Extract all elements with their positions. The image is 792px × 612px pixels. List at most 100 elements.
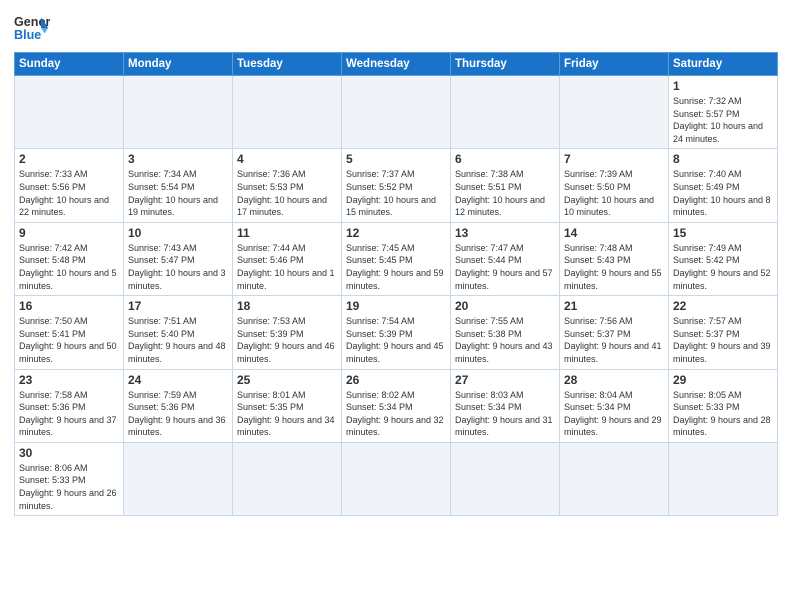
day-number: 7 bbox=[564, 152, 664, 166]
day-info: Sunrise: 7:33 AM Sunset: 5:56 PM Dayligh… bbox=[19, 168, 119, 218]
day-number: 18 bbox=[237, 299, 337, 313]
day-info: Sunrise: 7:44 AM Sunset: 5:46 PM Dayligh… bbox=[237, 242, 337, 292]
day-number: 12 bbox=[346, 226, 446, 240]
day-number: 29 bbox=[673, 373, 773, 387]
day-cell: 12 Sunrise: 7:45 AM Sunset: 5:45 PM Dayli… bbox=[342, 222, 451, 295]
day-cell: 13 Sunrise: 7:47 AM Sunset: 5:44 PM Dayli… bbox=[451, 222, 560, 295]
day-info: Sunrise: 7:51 AM Sunset: 5:40 PM Dayligh… bbox=[128, 315, 228, 365]
day-cell: 9Sunrise: 7:42 AM Sunset: 5:48 PM Daylig… bbox=[15, 222, 124, 295]
day-number: 4 bbox=[237, 152, 337, 166]
weekday-header-tuesday: Tuesday bbox=[233, 53, 342, 76]
day-number: 6 bbox=[455, 152, 555, 166]
day-number: 22 bbox=[673, 299, 773, 313]
day-number: 5 bbox=[346, 152, 446, 166]
logo: General Blue bbox=[14, 10, 54, 46]
calendar: SundayMondayTuesdayWednesdayThursdayFrid… bbox=[14, 52, 778, 516]
week-row-0: 1 Sunrise: 7:32 AM Sunset: 5:57 PM Daylig… bbox=[15, 76, 778, 149]
day-info: Sunrise: 7:49 AM Sunset: 5:42 PM Dayligh… bbox=[673, 242, 773, 292]
day-cell: 20 Sunrise: 7:55 AM Sunset: 5:38 PM Dayli… bbox=[451, 296, 560, 369]
day-cell: 15 Sunrise: 7:49 AM Sunset: 5:42 PM Dayli… bbox=[669, 222, 778, 295]
logo-icon: General Blue bbox=[14, 10, 50, 46]
day-cell: 26Sunrise: 8:02 AM Sunset: 5:34 PM Dayli… bbox=[342, 369, 451, 442]
day-number: 11 bbox=[237, 226, 337, 240]
day-cell: 10 Sunrise: 7:43 AM Sunset: 5:47 PM Dayli… bbox=[124, 222, 233, 295]
day-number: 8 bbox=[673, 152, 773, 166]
day-number: 23 bbox=[19, 373, 119, 387]
day-number: 27 bbox=[455, 373, 555, 387]
day-number: 17 bbox=[128, 299, 228, 313]
day-cell: 24Sunrise: 7:59 AM Sunset: 5:36 PM Dayli… bbox=[124, 369, 233, 442]
day-info: Sunrise: 7:55 AM Sunset: 5:38 PM Dayligh… bbox=[455, 315, 555, 365]
day-cell bbox=[451, 76, 560, 149]
day-info: Sunrise: 7:56 AM Sunset: 5:37 PM Dayligh… bbox=[564, 315, 664, 365]
day-cell bbox=[342, 76, 451, 149]
day-number: 19 bbox=[346, 299, 446, 313]
weekday-header-thursday: Thursday bbox=[451, 53, 560, 76]
day-number: 28 bbox=[564, 373, 664, 387]
weekday-header-wednesday: Wednesday bbox=[342, 53, 451, 76]
day-info: Sunrise: 8:03 AM Sunset: 5:34 PM Dayligh… bbox=[455, 389, 555, 439]
day-info: Sunrise: 8:05 AM Sunset: 5:33 PM Dayligh… bbox=[673, 389, 773, 439]
day-cell: 17 Sunrise: 7:51 AM Sunset: 5:40 PM Dayli… bbox=[124, 296, 233, 369]
day-info: Sunrise: 7:50 AM Sunset: 5:41 PM Dayligh… bbox=[19, 315, 119, 365]
day-cell: 29 Sunrise: 8:05 AM Sunset: 5:33 PM Dayli… bbox=[669, 369, 778, 442]
day-cell: 23 Sunrise: 7:58 AM Sunset: 5:36 PM Dayli… bbox=[15, 369, 124, 442]
day-number: 13 bbox=[455, 226, 555, 240]
day-number: 14 bbox=[564, 226, 664, 240]
day-info: Sunrise: 7:38 AM Sunset: 5:51 PM Dayligh… bbox=[455, 168, 555, 218]
weekday-header-row: SundayMondayTuesdayWednesdayThursdayFrid… bbox=[15, 53, 778, 76]
week-row-1: 2 Sunrise: 7:33 AM Sunset: 5:56 PM Daylig… bbox=[15, 149, 778, 222]
page: General Blue SundayMondayTuesdayWednesda… bbox=[0, 0, 792, 612]
day-number: 15 bbox=[673, 226, 773, 240]
day-cell: 8Sunrise: 7:40 AM Sunset: 5:49 PM Daylig… bbox=[669, 149, 778, 222]
day-info: Sunrise: 7:36 AM Sunset: 5:53 PM Dayligh… bbox=[237, 168, 337, 218]
day-cell: 16 Sunrise: 7:50 AM Sunset: 5:41 PM Dayli… bbox=[15, 296, 124, 369]
day-number: 1 bbox=[673, 79, 773, 93]
day-cell bbox=[233, 76, 342, 149]
day-info: Sunrise: 7:32 AM Sunset: 5:57 PM Dayligh… bbox=[673, 95, 773, 145]
day-number: 30 bbox=[19, 446, 119, 460]
day-number: 16 bbox=[19, 299, 119, 313]
day-info: Sunrise: 8:06 AM Sunset: 5:33 PM Dayligh… bbox=[19, 462, 119, 512]
day-number: 20 bbox=[455, 299, 555, 313]
day-cell: 21Sunrise: 7:56 AM Sunset: 5:37 PM Dayli… bbox=[560, 296, 669, 369]
day-cell bbox=[124, 76, 233, 149]
day-cell: 11 Sunrise: 7:44 AM Sunset: 5:46 PM Dayli… bbox=[233, 222, 342, 295]
day-cell: 6 Sunrise: 7:38 AM Sunset: 5:51 PM Daylig… bbox=[451, 149, 560, 222]
day-info: Sunrise: 7:58 AM Sunset: 5:36 PM Dayligh… bbox=[19, 389, 119, 439]
day-info: Sunrise: 7:48 AM Sunset: 5:43 PM Dayligh… bbox=[564, 242, 664, 292]
day-cell bbox=[15, 76, 124, 149]
day-cell: 28Sunrise: 8:04 AM Sunset: 5:34 PM Dayli… bbox=[560, 369, 669, 442]
day-info: Sunrise: 7:34 AM Sunset: 5:54 PM Dayligh… bbox=[128, 168, 228, 218]
day-cell: 19 Sunrise: 7:54 AM Sunset: 5:39 PM Dayli… bbox=[342, 296, 451, 369]
day-info: Sunrise: 7:47 AM Sunset: 5:44 PM Dayligh… bbox=[455, 242, 555, 292]
day-info: Sunrise: 7:42 AM Sunset: 5:48 PM Dayligh… bbox=[19, 242, 119, 292]
day-number: 10 bbox=[128, 226, 228, 240]
day-cell bbox=[451, 442, 560, 515]
day-cell: 5Sunrise: 7:37 AM Sunset: 5:52 PM Daylig… bbox=[342, 149, 451, 222]
day-info: Sunrise: 7:45 AM Sunset: 5:45 PM Dayligh… bbox=[346, 242, 446, 292]
day-info: Sunrise: 7:53 AM Sunset: 5:39 PM Dayligh… bbox=[237, 315, 337, 365]
weekday-header-monday: Monday bbox=[124, 53, 233, 76]
svg-text:Blue: Blue bbox=[14, 28, 41, 42]
day-cell: 2 Sunrise: 7:33 AM Sunset: 5:56 PM Daylig… bbox=[15, 149, 124, 222]
week-row-5: 30 Sunrise: 8:06 AM Sunset: 5:33 PM Dayli… bbox=[15, 442, 778, 515]
day-cell bbox=[233, 442, 342, 515]
day-cell: 30 Sunrise: 8:06 AM Sunset: 5:33 PM Dayli… bbox=[15, 442, 124, 515]
day-info: Sunrise: 7:59 AM Sunset: 5:36 PM Dayligh… bbox=[128, 389, 228, 439]
day-info: Sunrise: 7:43 AM Sunset: 5:47 PM Dayligh… bbox=[128, 242, 228, 292]
day-cell: 27 Sunrise: 8:03 AM Sunset: 5:34 PM Dayli… bbox=[451, 369, 560, 442]
day-cell: 18 Sunrise: 7:53 AM Sunset: 5:39 PM Dayli… bbox=[233, 296, 342, 369]
day-cell bbox=[560, 76, 669, 149]
day-number: 2 bbox=[19, 152, 119, 166]
day-cell: 22Sunrise: 7:57 AM Sunset: 5:37 PM Dayli… bbox=[669, 296, 778, 369]
week-row-2: 9Sunrise: 7:42 AM Sunset: 5:48 PM Daylig… bbox=[15, 222, 778, 295]
day-number: 25 bbox=[237, 373, 337, 387]
day-info: Sunrise: 7:54 AM Sunset: 5:39 PM Dayligh… bbox=[346, 315, 446, 365]
weekday-header-saturday: Saturday bbox=[669, 53, 778, 76]
day-cell bbox=[560, 442, 669, 515]
day-number: 3 bbox=[128, 152, 228, 166]
day-cell: 14 Sunrise: 7:48 AM Sunset: 5:43 PM Dayli… bbox=[560, 222, 669, 295]
day-cell bbox=[669, 442, 778, 515]
day-number: 26 bbox=[346, 373, 446, 387]
